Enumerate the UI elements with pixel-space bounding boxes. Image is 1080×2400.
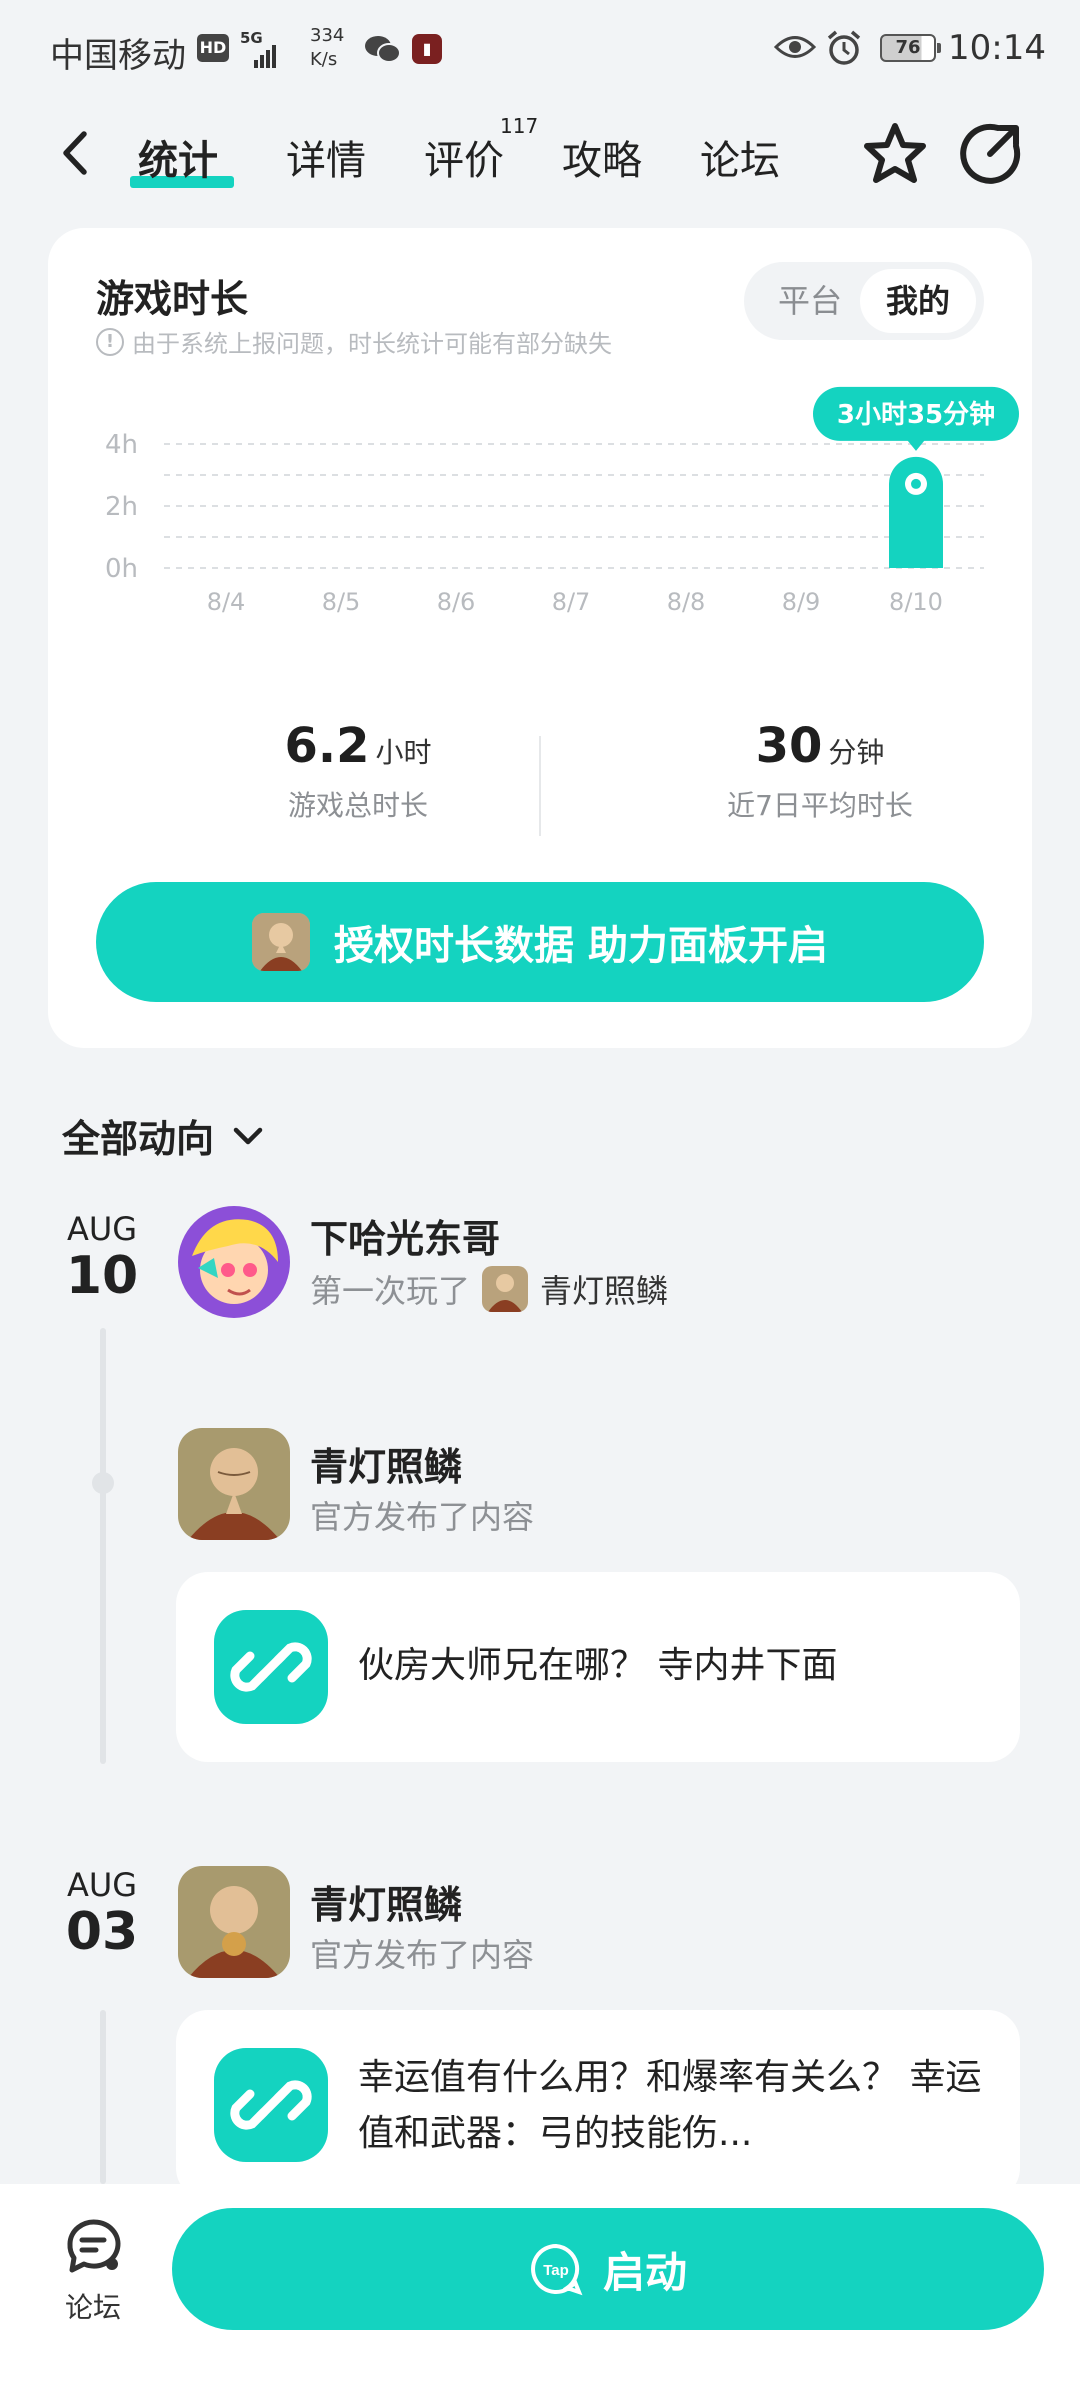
activity-filter[interactable]: 全部动向 <box>62 1108 266 1163</box>
game-avatar[interactable] <box>178 1428 290 1540</box>
y-tick-label: 0h <box>105 554 138 584</box>
net-speed: 334 K/s <box>310 24 344 72</box>
timeline-dot <box>92 1472 114 1494</box>
net-speed-unit: K/s <box>310 49 338 70</box>
launch-button[interactable]: Tap 启动 <box>172 2208 1044 2330</box>
toggle-platform[interactable]: 平台 <box>752 269 868 333</box>
signal-icon: 5G <box>240 30 276 68</box>
bottom-action-bar: 论坛 Tap 启动 <box>0 2184 1080 2400</box>
publisher-name[interactable]: 青灯照鳞 <box>310 1436 462 1491</box>
publisher-name[interactable]: 青灯照鳞 <box>310 1874 462 1929</box>
reviews-count-badge: 117 <box>500 114 539 138</box>
tab-reviews[interactable]: 评价 <box>424 128 504 186</box>
hd-icon: HD <box>197 34 229 62</box>
total-value: 6.2 <box>284 718 370 774</box>
tab-guides[interactable]: 攻略 <box>562 128 642 186</box>
post-title: 伙房大师兄在哪？ 寺内井下面 <box>358 1645 838 1686</box>
timeline-line <box>100 2010 106 2184</box>
x-tick-label: 8/10 <box>889 588 943 616</box>
tab-forum[interactable]: 论坛 <box>700 128 780 186</box>
back-arrow-icon[interactable] <box>52 128 102 178</box>
x-tick-label: 8/9 <box>782 588 821 616</box>
date-month: AUG <box>66 1866 138 1904</box>
top-nav: 统计 详情 评价 117 攻略 论坛 <box>0 110 1080 200</box>
toggle-mine[interactable]: 我的 <box>860 269 976 333</box>
date-day: 10 <box>65 1246 139 1306</box>
bar-marker-center <box>911 478 921 489</box>
date-month: AUG <box>66 1210 138 1248</box>
forum-label[interactable]: 论坛 <box>58 2286 128 2326</box>
total-playtime: 6.2 小时 游戏总时长 <box>178 718 538 824</box>
date-day: 03 <box>65 1902 139 1962</box>
status-bar: 中国移动 HD 5G 334 K/s ▮ 76 10:14 <box>0 0 1080 100</box>
post-card[interactable]: 幸运值有什么用？和爆率有关么？ 幸运值和武器：弓的技能伤... <box>176 2010 1020 2200</box>
app-notification-icon: ▮ <box>412 34 442 64</box>
carrier-name: 中国移动 <box>50 36 186 76</box>
activity-action: 官方发布了内容 <box>310 1936 535 1974</box>
game-avatar <box>252 913 311 971</box>
clock: 10:14 <box>948 28 1046 68</box>
game-avatar <box>482 1266 529 1312</box>
x-tick-label: 8/6 <box>437 588 476 616</box>
battery-icon: 76 <box>880 34 941 62</box>
x-tick-label: 8/8 <box>667 588 706 616</box>
scope-toggle: 平台 我的 <box>744 262 984 340</box>
user-name[interactable]: 下哈光东哥 <box>310 1208 500 1263</box>
total-unit: 小时 <box>375 736 432 769</box>
tab-details[interactable]: 详情 <box>286 128 366 186</box>
bar-tooltip-pointer <box>907 439 925 451</box>
activity-action: 第一次玩了 <box>310 1272 471 1310</box>
authorize-data-button[interactable]: 授权时长数据 助力面板开启 <box>96 882 984 1002</box>
x-tick-label: 8/7 <box>552 588 591 616</box>
x-tick-label: 8/4 <box>207 588 246 616</box>
activity-description: 第一次玩了 青灯照鳞 <box>310 1266 668 1312</box>
warning-info-icon: ! <box>96 327 124 356</box>
y-tick-label: 4h <box>105 430 138 460</box>
authorize-label: 授权时长数据 助力面板开启 <box>334 923 828 969</box>
wechat-icon <box>365 36 401 63</box>
post-card[interactable]: 伙房大师兄在哪？ 寺内井下面 <box>176 1572 1020 1762</box>
timeline-line <box>100 1328 106 1764</box>
link-icon <box>214 1610 328 1724</box>
alarm-icon <box>827 30 861 65</box>
chevron-down-icon <box>233 1127 263 1144</box>
favorite-star-icon[interactable] <box>860 120 930 190</box>
tap-logo-text: Tap <box>543 2262 569 2279</box>
average-playtime: 30 分钟 近7日平均时长 <box>640 718 1000 824</box>
activity-action: 官方发布了内容 <box>310 1498 535 1536</box>
bar-tooltip-label: 3小时35分钟 <box>837 399 995 430</box>
average-value: 30 <box>755 718 823 774</box>
launch-label: 启动 <box>602 2247 687 2297</box>
average-label: 近7日平均时长 <box>727 789 913 822</box>
playtime-chart: 0h 2h 4h 8/4 8/5 8/6 8/7 8/8 8/9 3小时35分钟 8/10 <box>105 386 1019 616</box>
total-label: 游戏总时长 <box>287 789 428 822</box>
stat-divider <box>539 736 541 836</box>
tap-logo-icon: Tap <box>531 2243 583 2296</box>
notice-text: 由于系统上报问题，时长统计可能有部分缺失 <box>132 330 612 358</box>
link-icon <box>214 2048 328 2162</box>
x-tick-label: 8/5 <box>322 588 361 616</box>
data-notice: ! 由于系统上报问题，时长统计可能有部分缺失 <box>96 324 612 359</box>
forum-chat-icon[interactable] <box>60 2214 126 2280</box>
y-tick-label: 2h <box>105 492 138 522</box>
average-unit: 分钟 <box>828 736 885 769</box>
net-speed-value: 334 <box>310 25 345 46</box>
share-icon[interactable] <box>958 120 1024 186</box>
card-title: 游戏时长 <box>96 277 249 321</box>
game-name[interactable]: 青灯照鳞 <box>540 1266 668 1312</box>
playtime-card: 游戏时长 ! 由于系统上报问题，时长统计可能有部分缺失 平台 我的 0h 2h 4h… <box>48 228 1032 1048</box>
activity-filter-label: 全部动向 <box>62 1117 215 1161</box>
user-avatar[interactable] <box>178 1206 290 1318</box>
eye-icon <box>774 36 816 58</box>
game-avatar[interactable] <box>178 1866 290 1978</box>
tab-stats[interactable]: 统计 <box>138 128 218 186</box>
post-title: 幸运值有什么用？和爆率有关么？ 幸运值和武器：弓的技能伤... <box>358 2057 982 2154</box>
